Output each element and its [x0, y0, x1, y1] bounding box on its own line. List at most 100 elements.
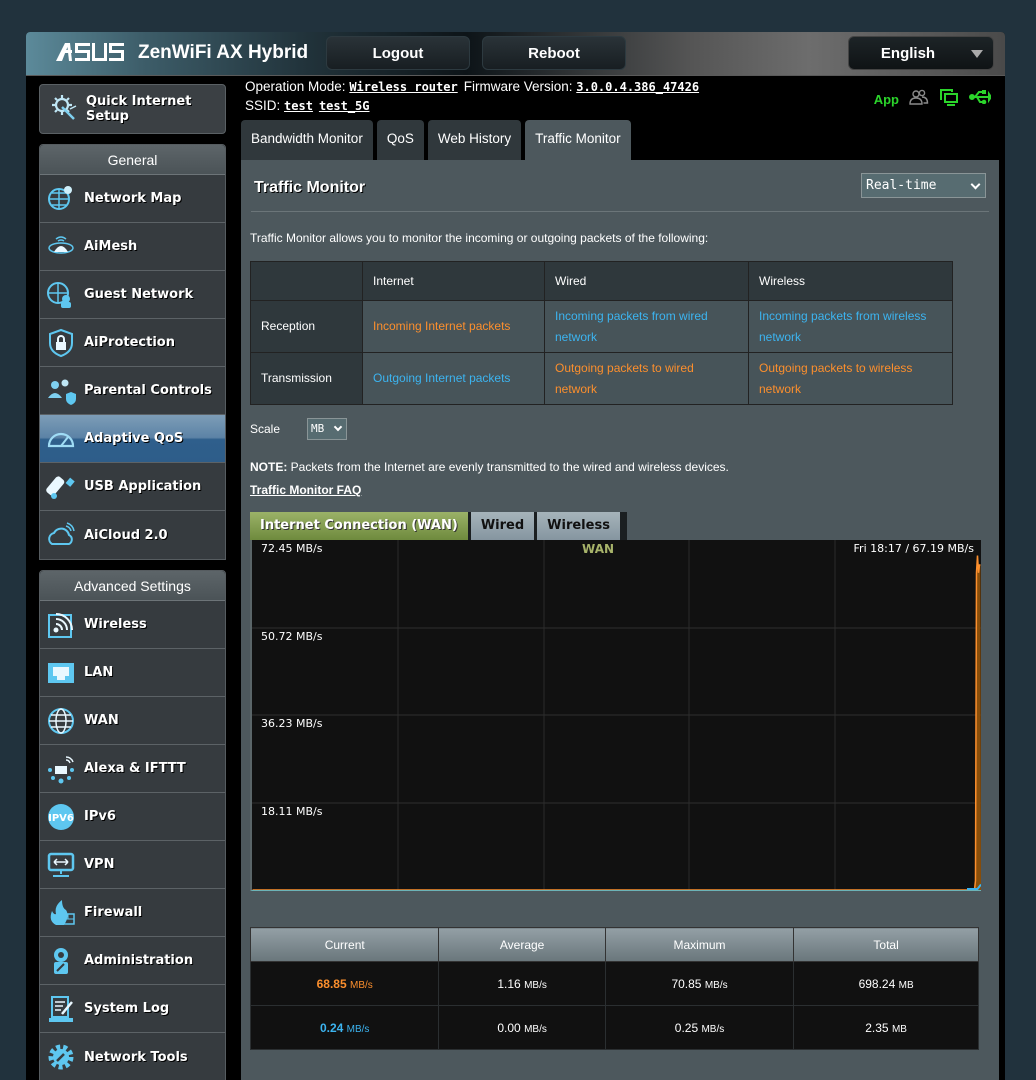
- stat-unit: MB/s: [701, 1023, 725, 1035]
- stats-cell: 70.85 MB/s: [604, 961, 795, 1006]
- status-icons: App: [874, 88, 993, 111]
- sidebar-item-aiprotection[interactable]: AiProtection: [40, 319, 225, 367]
- traffic-chart: 72.45 MB/s 50.72 MB/s 36.23 MB/s 18.11 MB/s…: [250, 540, 981, 891]
- sidebar-item-adaptive-qos[interactable]: Adaptive QoS: [40, 415, 225, 463]
- sidebar-item-usb-application[interactable]: USB Application: [40, 463, 225, 511]
- aimesh-icon: [46, 232, 76, 262]
- scale-value: MB: [311, 422, 325, 435]
- tab-bandwidth-monitor[interactable]: Bandwidth Monitor: [241, 120, 373, 160]
- packet-type-table: Internet Wired Wireless Reception Incoming …: [250, 261, 953, 405]
- stats-cell: 0.00 MB/s: [438, 1005, 606, 1050]
- packet-table-row: Transmission Outgoing Internet packets Out…: [250, 352, 953, 405]
- stats-cell: 2.35 MB: [793, 1005, 979, 1050]
- stat-unit: MB/s: [524, 979, 547, 991]
- chart-readout: Fri 18:17 / 67.19 MB/s: [854, 542, 975, 555]
- adaptive-qos-icon: [46, 424, 76, 454]
- sidebar-item-label: Administration: [84, 953, 194, 968]
- stat-value: 698.24: [858, 976, 896, 991]
- packet-table-header: [250, 261, 363, 301]
- sidebar-item-vpn[interactable]: VPN: [40, 841, 225, 889]
- alexa-ifttt-icon: [46, 754, 76, 784]
- ssid-link-2g[interactable]: test: [284, 99, 313, 113]
- sidebar-item-label: Network Tools: [84, 1049, 188, 1065]
- sidebar-item-label: Adaptive QoS: [84, 431, 184, 446]
- tab-web-history[interactable]: Web History: [427, 120, 522, 160]
- chart-tab-wireless[interactable]: Wireless: [537, 512, 620, 540]
- network-connected-icon[interactable]: [939, 88, 959, 111]
- ssid-link-5g[interactable]: test_5G: [319, 99, 370, 113]
- title-divider: [251, 211, 989, 212]
- sidebar-item-aimesh[interactable]: AiMesh: [40, 223, 225, 271]
- packet-table-header: Wireless: [748, 261, 953, 301]
- traffic-monitor-faq-link[interactable]: Traffic Monitor FAQ: [250, 483, 361, 497]
- firmware-label: Firmware Version:: [463, 79, 573, 94]
- chart-tab-wired[interactable]: Wired: [470, 512, 535, 540]
- quick-setup-icon: [50, 93, 78, 126]
- sidebar-item-label: Network Map: [84, 191, 182, 206]
- chart-series: [252, 555, 981, 890]
- operation-mode-link[interactable]: Wireless router: [349, 80, 457, 94]
- sidebar-item-firewall[interactable]: Firewall: [40, 889, 225, 937]
- ipv6-icon: IPV6: [46, 802, 76, 832]
- stat-value: 0.24: [319, 1020, 344, 1035]
- stats-header-maximum: Maximum: [604, 927, 795, 962]
- time-range-select[interactable]: Real-time: [861, 173, 986, 198]
- app-link[interactable]: App: [874, 92, 899, 107]
- stats-row: 68.85 MB/s 1.16 MB/s 70.85 MB/s 698.24 MB: [249, 961, 979, 1006]
- sidebar-item-label: VPN: [84, 857, 115, 872]
- advanced-settings-menu: Advanced Settings Wireless LAN WAN Alexa & …: [39, 570, 226, 1080]
- packet-table-cell: Incoming packets from wired network: [544, 300, 749, 353]
- stats-row: 0.24 MB/s 0.00 MB/s 0.25 MB/s 2.35 MB: [249, 1005, 979, 1050]
- sidebar-item-parental-controls[interactable]: Parental Controls: [40, 367, 225, 415]
- sidebar-item-ipv6[interactable]: IPV6 IPv6: [40, 793, 225, 841]
- chart-tab-internet-connection-wan[interactable]: Internet Connection (WAN): [250, 512, 468, 540]
- tab-qos[interactable]: QoS: [376, 120, 424, 160]
- qis-label-line1: Quick Internet: [86, 94, 192, 109]
- sidebar-item-wireless[interactable]: Wireless: [40, 601, 225, 649]
- asus-logo: [50, 41, 124, 69]
- sidebar-item-wan[interactable]: WAN: [40, 697, 225, 745]
- sidebar-item-label: IPv6: [84, 809, 116, 824]
- packet-table-cell: Incoming Internet packets: [362, 300, 545, 353]
- packet-table-cell: Outgoing packets to wired network: [544, 352, 749, 405]
- wireless-icon: [46, 610, 76, 640]
- sidebar-item-label: Guest Network: [84, 287, 194, 302]
- sidebar-item-alexa-ifttt[interactable]: Alexa & IFTTT: [40, 745, 225, 793]
- stat-value: 70.85: [671, 976, 702, 991]
- scale-select[interactable]: MB: [307, 418, 348, 440]
- stats-cell: 698.24 MB: [793, 961, 979, 1006]
- sidebar-item-aicloud-2-0[interactable]: AiCloud 2.0: [40, 511, 225, 559]
- time-range-value: Real-time: [866, 178, 937, 193]
- y-tick-label: 72.45 MB/s: [261, 542, 323, 555]
- wan-icon: [46, 706, 76, 736]
- parental-controls-icon: [46, 376, 76, 406]
- packet-table-cell: Incoming packets from wireless network: [748, 300, 953, 353]
- sidebar-item-label: Parental Controls: [84, 383, 212, 398]
- logout-label: Logout: [372, 44, 424, 62]
- sidebar-item-system-log[interactable]: System Log: [40, 985, 225, 1033]
- firmware-version-link[interactable]: 3.0.0.4.386_47426: [576, 80, 699, 94]
- logout-button[interactable]: Logout: [326, 36, 470, 70]
- y-tick-label: 18.11 MB/s: [261, 805, 323, 818]
- tab-traffic-monitor[interactable]: Traffic Monitor: [525, 120, 631, 160]
- sidebar-item-label: WAN: [84, 713, 119, 728]
- stat-unit: MB: [891, 1023, 907, 1035]
- general-menu: General Network Map AiMesh Guest Network Ai…: [39, 144, 226, 560]
- sidebar-item-label: Firewall: [84, 905, 143, 920]
- sidebar-item-lan[interactable]: LAN: [40, 649, 225, 697]
- sidebar-item-label: AiProtection: [84, 335, 175, 350]
- router-admin-window: ZenWiFi AX Hybrid Logout Reboot English …: [26, 32, 1005, 1080]
- stat-unit: MB/s: [704, 979, 728, 991]
- note-text: NOTE: Packets from the Internet are even…: [250, 460, 729, 474]
- sidebar-item-network-tools[interactable]: Network Tools: [40, 1033, 225, 1080]
- quick-internet-setup-button[interactable]: Quick Internet Setup: [39, 84, 226, 134]
- vpn-icon: [46, 850, 76, 880]
- sidebar-item-network-map[interactable]: Network Map: [40, 175, 225, 223]
- clients-icon[interactable]: [909, 89, 929, 110]
- language-select[interactable]: English: [848, 36, 994, 70]
- sidebar-item-administration[interactable]: Administration: [40, 937, 225, 985]
- stat-value: 68.85: [316, 976, 347, 991]
- reboot-button[interactable]: Reboot: [482, 36, 626, 70]
- sidebar-item-guest-network[interactable]: Guest Network: [40, 271, 225, 319]
- usb-icon[interactable]: [969, 90, 993, 109]
